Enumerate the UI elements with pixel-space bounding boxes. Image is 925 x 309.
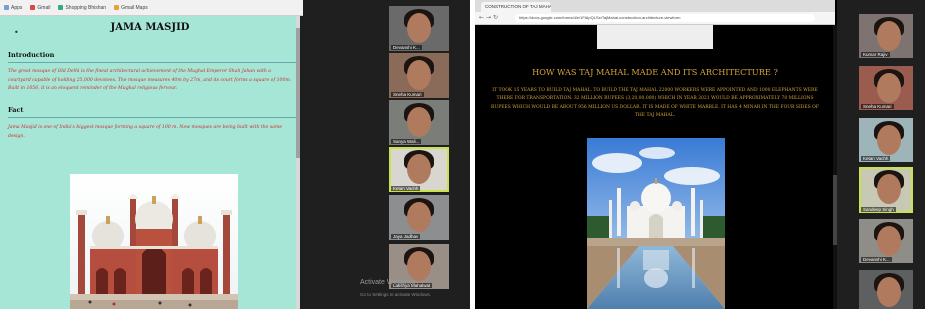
participant-name: Jaya Jadhav (391, 234, 421, 239)
taj-mahal-page: HOW WAS TAJ MAHAL MADE AND ITS ARCHITECT… (475, 25, 835, 309)
active-speaker-tile[interactable]: Ketan Vachh (389, 147, 449, 192)
page-title: JAMA MASJID (110, 22, 190, 33)
participant-name: Devanshi K... (391, 45, 422, 50)
participant-name: Devanshi K... (861, 257, 892, 262)
participant-tile[interactable]: Devanshi K... (859, 219, 913, 263)
divider (8, 117, 296, 118)
person-face (407, 13, 431, 43)
person-face (407, 251, 431, 281)
activate-windows-subtitle: Go to Settings to activate Windows. (360, 292, 432, 297)
left-screenshare-panel: Apps Gmail Shopping Bhishan Gmail Maps •… (0, 0, 470, 309)
page-scrollbar[interactable] (296, 16, 300, 309)
participant-tile[interactable]: Jaya Jadhav (389, 195, 449, 240)
person-face (407, 107, 431, 137)
bookmark-gmail[interactable]: Gmail (30, 5, 50, 11)
person-face (407, 60, 431, 90)
person-face (877, 277, 901, 307)
person-face (877, 125, 901, 155)
bookmark-apps[interactable]: Apps (4, 5, 22, 11)
bookmarks-bar: Apps Gmail Shopping Bhishan Gmail Maps (0, 0, 305, 16)
page-heading: HOW WAS TAJ MAHAL MADE AND ITS ARCHITECT… (532, 67, 778, 77)
partial-image (597, 25, 713, 49)
person-face (877, 174, 901, 204)
participant-tile[interactable]: Kumar Rajiv (859, 14, 913, 58)
person-face (407, 154, 431, 184)
apps-icon (4, 5, 9, 10)
browser-tab-bar: CONSTRUCTION OF TAJ MAHAL (475, 0, 835, 12)
participant-name: Ketan Vachh (861, 156, 891, 161)
mail-icon (30, 5, 36, 10)
introduction-heading: Introduction (8, 51, 55, 59)
person-face (407, 202, 431, 232)
participant-name: Kumar Rajiv (861, 52, 890, 57)
jama-masjid-page: • JAMA MASJID Introduction The great mos… (0, 16, 300, 309)
participant-tile[interactable] (859, 270, 913, 309)
nav-arrows-icon[interactable]: ←→↻ (479, 14, 500, 21)
participant-name: Ketan Vachh (391, 186, 421, 191)
participant-tile[interactable]: Sanya Wali... (389, 100, 449, 145)
jama-masjid-image (70, 174, 238, 309)
participant-name: Sanya Wali... (391, 139, 422, 144)
activate-windows-title: Activate Windows (360, 279, 416, 286)
participant-video-strip: Devanshi K... Sneha Kumari Sanya Wali...… (303, 0, 470, 309)
participant-tile[interactable]: Sneha Kumari (859, 66, 913, 110)
participant-tile[interactable]: Ketan Vachh (859, 118, 913, 162)
fact-heading: Fact (8, 106, 24, 114)
participant-tile[interactable]: Sneha Kumari (389, 53, 449, 98)
person-face (877, 21, 901, 51)
participant-tile[interactable]: Devanshi K... (389, 6, 449, 51)
introduction-text: The great mosque of Old Delhi is the fin… (8, 69, 292, 92)
participant-video-strip: Kumar Rajiv Sneha Kumari Ketan Vachh San… (837, 0, 925, 309)
taj-mahal-image (587, 138, 725, 309)
person-face (877, 226, 901, 256)
bookmark-maps[interactable]: Gmail Maps (114, 5, 148, 11)
link-icon (58, 5, 64, 10)
page-paragraph: IT TOOK 15 YEARS TO BUILD TAJ MAHAL. TO … (491, 88, 819, 118)
browser-tab[interactable]: CONSTRUCTION OF TAJ MAHAL (481, 2, 551, 12)
person-face (877, 73, 901, 103)
right-screenshare-panel: CONSTRUCTION OF TAJ MAHAL ←→↻ https://do… (475, 0, 925, 309)
link-icon (114, 5, 120, 10)
bookmark-shopping[interactable]: Shopping Bhishan (58, 5, 106, 11)
divider (8, 62, 296, 63)
participant-name: Sandeep Singh (861, 207, 896, 212)
participant-name: Sneha Kumari (861, 104, 894, 109)
fact-text: Jama Masjid is one of India's biggest mo… (8, 125, 283, 139)
url-input[interactable]: https://docs.google.com/forms/d/e/1FAIpQ… (515, 14, 815, 22)
address-bar: ←→↻ https://docs.google.com/forms/d/e/1F… (475, 12, 835, 25)
active-speaker-tile[interactable]: Sandeep Singh (859, 167, 913, 213)
participant-name: Sneha Kumari (391, 92, 424, 97)
